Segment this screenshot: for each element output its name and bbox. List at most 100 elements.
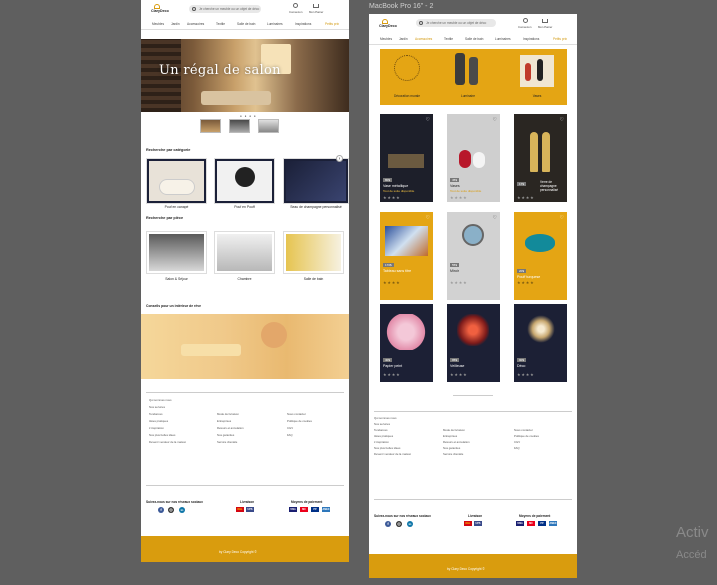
footer-link[interactable]: Nous contacter: [287, 412, 306, 416]
banner-label[interactable]: Luminaire: [454, 94, 482, 98]
product-card[interactable]: ♡ 17$ Verre de champagne personnalisé ★★…: [514, 114, 567, 202]
banner-label[interactable]: Vases: [522, 94, 552, 98]
nav-petits-prix[interactable]: Petits prix: [325, 22, 339, 26]
instagram-icon[interactable]: ◎: [396, 521, 402, 527]
footer-link[interactable]: Nos plus belles idées: [149, 433, 175, 437]
heart-icon[interactable]: ♡: [560, 215, 564, 221]
rating-stars[interactable]: ★★★★: [383, 280, 401, 285]
banner-label[interactable]: Décoration murale: [391, 94, 423, 98]
brand-logo[interactable]: ClaryDeco: [379, 24, 397, 28]
chevron-right-icon[interactable]: ›: [336, 155, 343, 162]
footer-link[interactable]: Nos garanties: [443, 446, 460, 450]
footer-link[interactable]: Qui sommes nous: [374, 416, 397, 420]
category-card[interactable]: [146, 158, 207, 204]
linkedin-icon[interactable]: in: [179, 507, 185, 513]
category-card[interactable]: [283, 158, 349, 204]
footer-link[interactable]: Nos garanties: [217, 433, 234, 437]
user-icon[interactable]: [523, 18, 528, 23]
heart-icon[interactable]: ♡: [493, 215, 497, 221]
nav-textile[interactable]: Textile: [444, 37, 453, 41]
facebook-icon[interactable]: f: [385, 521, 391, 527]
category-banner[interactable]: Décoration murale Luminaire Vases: [380, 49, 567, 105]
heart-icon[interactable]: ♡: [426, 117, 430, 123]
carousel-thumb[interactable]: [200, 119, 221, 133]
product-card[interactable]: ♡ 170$ Tableau sans titre ★★★★: [380, 212, 433, 300]
rating-stars[interactable]: ★★★★: [517, 372, 535, 377]
cart-icon[interactable]: [313, 4, 319, 8]
rating-stars[interactable]: ★★★★: [450, 195, 468, 200]
carousel-thumb[interactable]: [229, 119, 250, 133]
footer-link[interactable]: Devenir vendeur de la maison: [374, 452, 411, 456]
nav-jardin[interactable]: Jardin: [399, 37, 408, 41]
footer-link[interactable]: Nos services: [374, 422, 390, 426]
instagram-icon[interactable]: ◎: [168, 507, 174, 513]
footer-link[interactable]: CGV: [287, 426, 293, 430]
account-link[interactable]: Connexion: [289, 10, 302, 14]
rating-stars[interactable]: ★★★★: [517, 280, 535, 285]
heart-icon[interactable]: ♡: [560, 117, 564, 123]
linkedin-icon[interactable]: in: [407, 521, 413, 527]
account-link[interactable]: Connexion: [518, 25, 531, 29]
rating-stars[interactable]: ★★★★: [450, 280, 468, 285]
footer-link[interactable]: Qui sommes nous: [149, 398, 172, 402]
rating-stars[interactable]: ★★★★: [383, 372, 401, 377]
product-availability[interactable]: Tout de suite disponible: [383, 189, 414, 193]
nav-inspirations[interactable]: Inspirations: [295, 22, 311, 26]
room-card[interactable]: [146, 231, 207, 274]
nav-meubles[interactable]: Meubles: [380, 37, 392, 41]
carousel-thumb[interactable]: [258, 119, 279, 133]
hero-banner[interactable]: Un régal de salon: [141, 39, 349, 112]
product-card[interactable]: 90$ Déco ★★★★: [514, 304, 567, 382]
footer-link[interactable]: L'inspiration: [149, 426, 164, 430]
rating-stars[interactable]: ★★★★: [383, 195, 401, 200]
footer-link[interactable]: Retours et annulation: [217, 426, 244, 430]
product-card[interactable]: 95$ Veilleuse ★★★★: [447, 304, 500, 382]
promo-banner[interactable]: [141, 314, 349, 379]
nav-luminaires[interactable]: Luminaires: [495, 37, 511, 41]
footer-link[interactable]: Mode de livraison: [443, 428, 465, 432]
footer-link[interactable]: L'inspiration: [374, 440, 389, 444]
cart-link[interactable]: Mon Panier: [309, 10, 323, 14]
footer-link[interactable]: Entreprises: [217, 419, 231, 423]
footer-link[interactable]: Tendances: [374, 428, 388, 432]
footer-link[interactable]: Nos services: [149, 405, 165, 409]
footer-link[interactable]: Nous contacter: [514, 428, 533, 432]
nav-luminaires[interactable]: Luminaires: [267, 22, 283, 26]
footer-link[interactable]: Nos plus belles idées: [374, 446, 400, 450]
footer-link[interactable]: Tendances: [149, 412, 163, 416]
nav-petits-prix[interactable]: Petits prix: [553, 37, 567, 41]
room-card[interactable]: [214, 231, 275, 274]
product-card[interactable]: 40$ Papier peint ★★★★: [380, 304, 433, 382]
footer-link[interactable]: CGV: [514, 440, 520, 444]
footer-link[interactable]: Service clientèle: [443, 452, 463, 456]
rating-stars[interactable]: ★★★★: [450, 372, 468, 377]
nav-accessoires[interactable]: Accessoires: [187, 22, 204, 26]
footer-link[interactable]: FAQ: [514, 446, 520, 450]
footer-link[interactable]: Entreprises: [443, 434, 457, 438]
footer-link[interactable]: Idées pratiques: [149, 419, 168, 423]
search-input[interactable]: Je cherche un meuble ou un objet de déco: [189, 5, 261, 13]
product-card[interactable]: ♡ 45$ Vases Tout de suite disponible ★★★…: [447, 114, 500, 202]
product-card[interactable]: ♡ 20$ Pouff turquese ★★★★: [514, 212, 567, 300]
user-icon[interactable]: [293, 3, 298, 8]
room-card[interactable]: [283, 231, 344, 274]
footer-link[interactable]: Retours et annulation: [443, 440, 470, 444]
footer-link[interactable]: Politique de cookies: [287, 419, 312, 423]
footer-link[interactable]: Devenir vendeur de la maison: [149, 440, 186, 444]
heart-icon[interactable]: ♡: [426, 215, 430, 221]
cart-link[interactable]: Mon Panier: [538, 25, 552, 29]
footer-link[interactable]: FAQ: [287, 433, 293, 437]
footer-link[interactable]: Idées pratiques: [374, 434, 393, 438]
carousel-dots[interactable]: ● ● ● ●: [240, 114, 257, 118]
rating-stars[interactable]: ★★★★: [517, 195, 535, 200]
product-card[interactable]: ♡ 80$ Vase métallique Tout de suite disp…: [380, 114, 433, 202]
search-input[interactable]: Je cherche un meuble ou un objet de déco: [416, 19, 496, 27]
nav-accessoires[interactable]: Accessoires: [415, 37, 432, 41]
footer-link[interactable]: Mode de livraison: [217, 412, 239, 416]
category-card[interactable]: [214, 158, 275, 204]
footer-link[interactable]: Politique de cookies: [514, 434, 539, 438]
nav-salle-de-bain[interactable]: Salle de bain: [465, 37, 483, 41]
brand-logo[interactable]: ClaryDeco: [151, 9, 169, 13]
cart-icon[interactable]: [542, 19, 548, 23]
product-availability[interactable]: Tout de suite disponible: [450, 189, 481, 193]
